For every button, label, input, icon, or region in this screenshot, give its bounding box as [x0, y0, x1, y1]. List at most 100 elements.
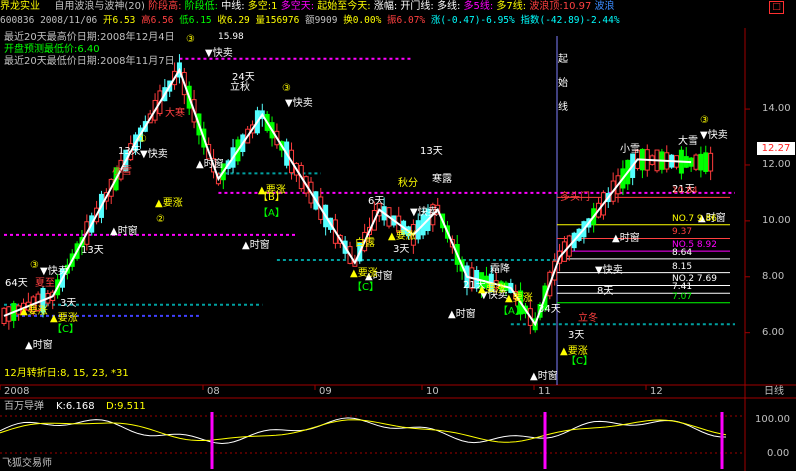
annotation-40: 立秋 — [230, 82, 250, 93]
annotation-32: 3天 — [60, 298, 77, 309]
price-tick-label: 10.00 — [762, 214, 791, 226]
annotation-47: 小雪 — [112, 166, 132, 177]
candle-body — [708, 152, 714, 172]
trading-terminal: 界龙实业 自用波浪与波神(20) 阶段高: 阶段低: 中线: 多空:1 多空天:… — [0, 0, 796, 471]
annotation-54: 【A】 — [258, 208, 285, 219]
month-label: 09 — [319, 386, 332, 397]
annotation-49: 多头门 — [560, 192, 590, 203]
annotation-36: 3天 — [393, 244, 410, 255]
close-icon[interactable]: □ — [769, 1, 784, 14]
current-price-tag: 12.27 — [757, 142, 795, 155]
level-label: 8.64 — [672, 247, 693, 258]
annotation-55: 【A】 — [498, 306, 525, 317]
annotation-39: 大寒 — [165, 108, 185, 119]
annotation-2: ▼快卖 — [140, 149, 168, 160]
annotation-43: 寒露 — [432, 174, 452, 185]
annotation-6: ▼快卖 — [595, 265, 623, 276]
quote-index: 指数(-42.89)-2.44% — [520, 15, 620, 26]
month-label: 10 — [426, 386, 439, 397]
osc-d-line — [0, 419, 727, 443]
quote-change: 涨(-0.47)-6.95% — [430, 15, 515, 26]
header-item-11: 波浪顶:10.97 — [526, 1, 592, 12]
annotation-15: ▲时窗 — [612, 233, 640, 244]
annotation-5: ▼快卖 — [410, 207, 438, 218]
quote-amplitude: 振6.07% — [387, 15, 426, 26]
level-label: 10.84 — [672, 186, 698, 197]
level-label: 9.37 — [672, 227, 693, 238]
osc-axis-top: 100.00 — [755, 414, 790, 425]
price-tick-label: 6.00 — [762, 326, 785, 338]
info-open-forecast: 开盘预测最低价:6.40 — [4, 44, 100, 55]
annotation-65: ③ — [700, 115, 709, 126]
annotation-10: ▲时窗 — [242, 240, 270, 251]
header-item-2: 中线: — [218, 1, 245, 12]
turning-days: 12月转折日:8, 15, 23, *31 — [4, 368, 129, 379]
annotation-62: ③ — [186, 34, 195, 45]
header-item-4: 多空天: — [277, 1, 315, 12]
indicator-name[interactable]: 自用波浪与波神(20) — [54, 1, 145, 12]
period-label[interactable]: 日线 — [764, 386, 784, 397]
stock-code: 600836 — [0, 15, 35, 26]
quote-high: 高6.56 — [141, 15, 174, 26]
month-label: 2008 — [4, 386, 30, 397]
level-label: 8.15 — [672, 261, 693, 272]
annotation-45: 小雪 — [620, 144, 640, 155]
quote-low: 低6.15 — [179, 15, 212, 26]
annotation-20: ▲要涨 — [350, 268, 378, 279]
annotation-23: ▲要涨 — [20, 306, 48, 317]
annotation-0: ▼快卖 — [205, 48, 233, 59]
annotation-53: 线 — [558, 102, 568, 113]
annotation-37: 64天 — [5, 278, 28, 289]
quote-volume: 量156976 — [255, 15, 300, 26]
price-tick-label: 12.00 — [762, 158, 791, 170]
annotation-1: ▼快卖 — [700, 130, 728, 141]
header-item-9: 多5线: — [460, 1, 494, 12]
indicator-values: 阶段高: 阶段低: 中线: 多空:1 多空天: 起始至今天: 涨幅: 开门线: … — [148, 1, 614, 12]
quote-amount: 额9909 — [305, 15, 338, 26]
annotation-8: ▲时窗 — [196, 159, 224, 170]
annotation-59: 【B】 — [258, 192, 285, 203]
top-price-tag: 15.98 — [218, 32, 244, 42]
header-item-10: 多7线: — [493, 1, 527, 12]
month-label: 08 — [207, 386, 220, 397]
annotation-51: 起 — [558, 54, 568, 65]
level-label: 7.07 — [672, 291, 693, 302]
annotation-63: ③ — [30, 260, 39, 271]
month-label: 11 — [538, 386, 551, 397]
info-high-date: 最近20天最高价日期:2008年12月4日 — [4, 32, 175, 43]
annotation-50: 夏至 — [35, 278, 55, 289]
quote-close: 收6.29 — [217, 15, 250, 26]
annotation-35: 21天 — [463, 280, 486, 291]
header-item-5: 起始至今天: — [314, 1, 371, 12]
osc-k-line — [0, 417, 727, 444]
annotation-56: 【C】 — [352, 282, 379, 293]
month-label: 12 — [650, 386, 663, 397]
quote-open: 开6.53 — [103, 15, 136, 26]
annotation-34: 34天 — [538, 304, 561, 315]
stock-name[interactable]: 界龙实业 — [0, 1, 40, 12]
annotation-14: ▲时窗 — [530, 371, 558, 382]
annotation-38: 6天 — [368, 196, 385, 207]
oscillator-title[interactable]: 百万导弹 — [4, 401, 44, 412]
header-item-3: 多空:1 — [244, 1, 278, 12]
candle-body — [703, 152, 709, 172]
annotation-31: 8天 — [597, 286, 614, 297]
oscillator-k: K:6.168 — [56, 401, 95, 412]
annotation-61: ② — [156, 214, 165, 225]
header-item-6: 涨幅: — [370, 1, 398, 12]
oscillator-d: D:9.511 — [106, 401, 146, 412]
candle-body — [693, 154, 699, 170]
price-tick-label: 8.00 — [762, 270, 785, 282]
osc-axis-bottom: 0.00 — [767, 448, 790, 459]
annotation-17: ▲要涨 — [155, 198, 183, 209]
annotation-29: 13天 — [81, 245, 104, 256]
info-low-date: 最近20天最低价日期:2008年11月7日 — [4, 56, 175, 67]
quote-line: 600836 2008/11/06 开6.53 高6.56 低6.15 收6.2… — [0, 14, 620, 27]
indicator-header: 界龙实业 自用波浪与波神(20) 阶段高: 阶段低: 中线: 多空:1 多空天:… — [0, 0, 615, 14]
annotation-27: 13天 — [420, 146, 443, 157]
header-item-1: 阶段低: — [181, 1, 219, 12]
annotation-3: ▼快卖 — [285, 98, 313, 109]
header-item-8: 多线: — [433, 1, 461, 12]
quote-date: 2008/11/06 — [40, 15, 98, 26]
annotation-21: ▲要涨 — [505, 293, 533, 304]
